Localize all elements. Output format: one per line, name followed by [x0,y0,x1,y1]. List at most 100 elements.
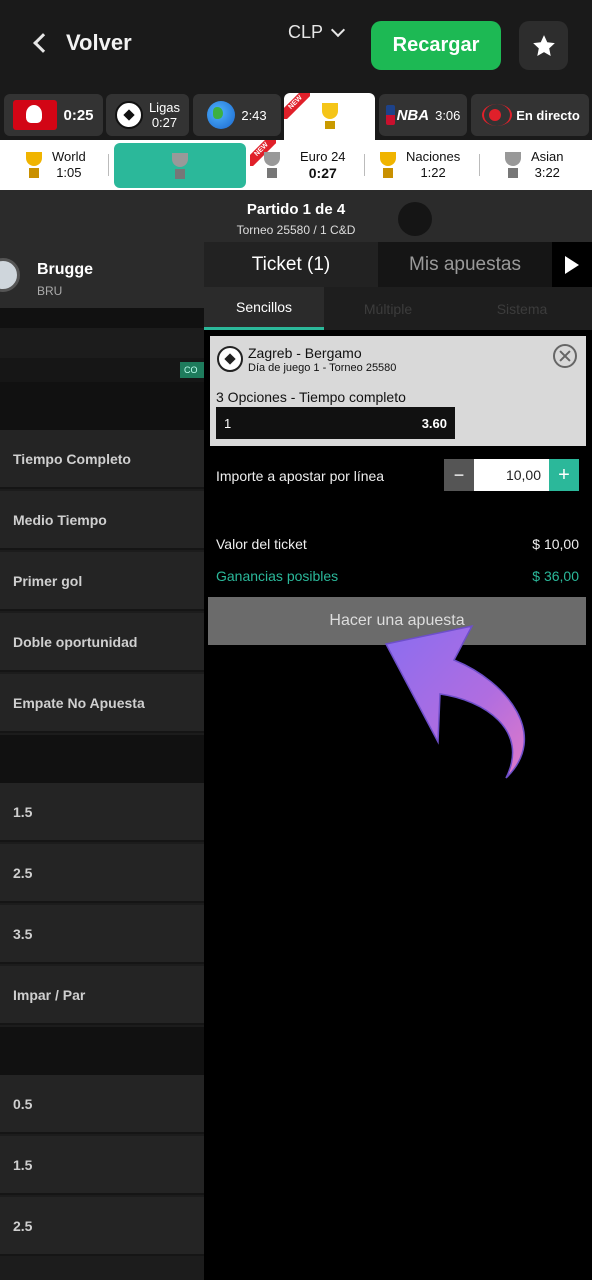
bet-day: Día de juego 1 - Torneo 25580 [248,362,397,374]
pointer-arrow-icon [384,624,526,779]
play-right-icon [565,255,579,274]
tournament-tab-naciones[interactable]: Naciones 1:22 [378,140,460,190]
sport-tab-trophy[interactable]: NEW [284,93,375,140]
trophy-icon [319,102,341,131]
match-subtitle: Torneo 25580 / 1 C&D [236,223,356,237]
stake-label: Importe a apostar por línea [216,468,385,484]
top-header: Volver CLP Recargar [0,0,592,90]
tournament-time: 1:22 [420,165,446,180]
tournament-name: Naciones [406,149,461,164]
globe-icon [207,101,236,129]
divider [0,735,204,783]
soccer-ball-icon [114,101,143,129]
tournament-time: 1:05 [56,165,82,180]
stake-minus-button[interactable]: − [444,459,474,491]
market-item[interactable]: 2.5 [0,844,204,903]
market-item[interactable]: 1.5 [0,1136,204,1195]
ticket-value-row: Valor del ticket $ 10,00 [216,536,579,552]
market-item[interactable]: Primer gol [0,552,204,611]
sport-tab-bundesliga[interactable]: 0:25 [4,94,103,136]
sport-time: 2:43 [241,107,267,123]
tab-mis-apuestas[interactable]: Mis apuestas [378,242,552,287]
team-name: Brugge [37,261,93,278]
tournament-tab-world[interactable]: World 1:05 [24,140,86,190]
tournament-tab-euro24[interactable]: NEW Euro 24 0:27 [250,140,346,190]
winnings-label: Ganancias posibles [216,568,339,584]
divider [364,154,365,176]
bundesliga-logo-icon [13,100,58,130]
divider [0,358,204,382]
stake-stepper: − 10,00 + [444,459,579,491]
sport-label: Ligas [148,100,181,115]
sport-tab-live[interactable]: En directo [471,94,589,136]
market-item[interactable]: Impar / Par [0,966,204,1025]
trophy-icon [262,150,282,180]
sport-tab-world[interactable]: 2:43 [193,94,281,136]
currency-selector[interactable]: CLP [288,22,346,43]
match-indicator [398,202,432,236]
tournament-name: World [52,149,86,164]
market-item[interactable]: Empate No Apuesta [0,674,204,733]
sport-tab-ligas[interactable]: Ligas 0:27 [106,94,189,136]
tournament-time: 0:27 [308,165,337,181]
selection-label: 1 [224,415,232,431]
trophy-icon [170,151,190,181]
back-label: Volver [66,30,132,55]
market-item[interactable]: 3.5 [0,905,204,964]
soccer-ball-icon [217,346,243,372]
tab-multiple[interactable]: Múltiple [324,287,452,330]
selection-odds: 3.60 [421,415,447,431]
ticket-value: $ 10,00 [532,536,579,552]
tournament-tabs: World 1:05 NEW Euro 24 0:27 Naciones 1:22 A… [0,140,592,190]
bet-selection-card: Zagreb - Bergamo Día de juego 1 - Torneo… [210,336,586,446]
ticket-value-label: Valor del ticket [216,536,307,552]
divider [0,308,204,328]
winnings-value: $ 36,00 [532,568,579,584]
tournament-time: 3:22 [534,165,560,180]
divider [108,154,109,176]
markets-panel: Brugge BRU CO Tiempo Completo Medio Tiem… [0,242,204,1280]
tournament-name: Euro 24 [300,149,346,164]
winnings-row: Ganancias posibles $ 36,00 [216,568,579,584]
bet-teams: Zagreb - Bergamo [248,345,362,361]
divider [479,154,480,176]
sport-time: 0:25 [63,106,94,124]
sport-tab-nba[interactable]: NBA 3:06 [379,94,467,136]
tab-sencillos[interactable]: Sencillos [204,287,324,330]
favorites-button[interactable] [519,21,568,70]
market-item[interactable]: 2.5 [0,1197,204,1256]
market-item[interactable]: 0.5 [0,1075,204,1134]
tournament-name: Asian [531,149,564,164]
remove-bet-close-icon[interactable] [553,344,577,368]
bet-selection: 1 3.60 [216,407,455,439]
trophy-icon [24,150,44,180]
sport-label: En directo [516,107,580,123]
ticket-tabs: Ticket (1) Mis apuestas [204,242,592,287]
trophy-icon [378,150,398,180]
live-broadcast-icon [480,104,513,126]
stake-input[interactable]: 10,00 [474,459,549,491]
chevron-down-icon [330,22,346,37]
market-item[interactable]: Tiempo Completo [0,430,204,489]
stake-plus-button[interactable]: + [549,459,579,491]
tournament-tab-selected[interactable] [114,143,246,188]
match-info-bar: Partido 1 de 4 Torneo 25580 / 1 C&D [0,190,592,242]
market-item[interactable]: 1.5 [0,783,204,842]
scroll-right-button[interactable] [552,242,592,287]
tab-sistema[interactable]: Sistema [452,287,592,330]
sport-time: 0:27 [151,115,178,130]
tournament-tab-asian[interactable]: Asian 3:22 [503,140,564,190]
team-logo-icon [0,258,20,292]
back-button[interactable]: Volver [30,30,132,56]
recharge-button[interactable]: Recargar [371,21,501,70]
nba-logo-icon: NBA [385,105,429,125]
market-item[interactable]: Medio Tiempo [0,491,204,550]
bet-type-tabs: Sencillos Múltiple Sistema [204,287,592,330]
market-item[interactable]: Doble oportunidad [0,613,204,672]
new-badge: NEW [284,93,310,119]
sport-tabs: 0:25 Ligas 0:27 2:43 NEW NBA 3:06 En dir… [0,90,592,140]
team-row: Brugge BRU [0,242,204,308]
divider [0,1027,204,1075]
star-icon [532,34,555,56]
tab-ticket[interactable]: Ticket (1) [204,242,378,287]
